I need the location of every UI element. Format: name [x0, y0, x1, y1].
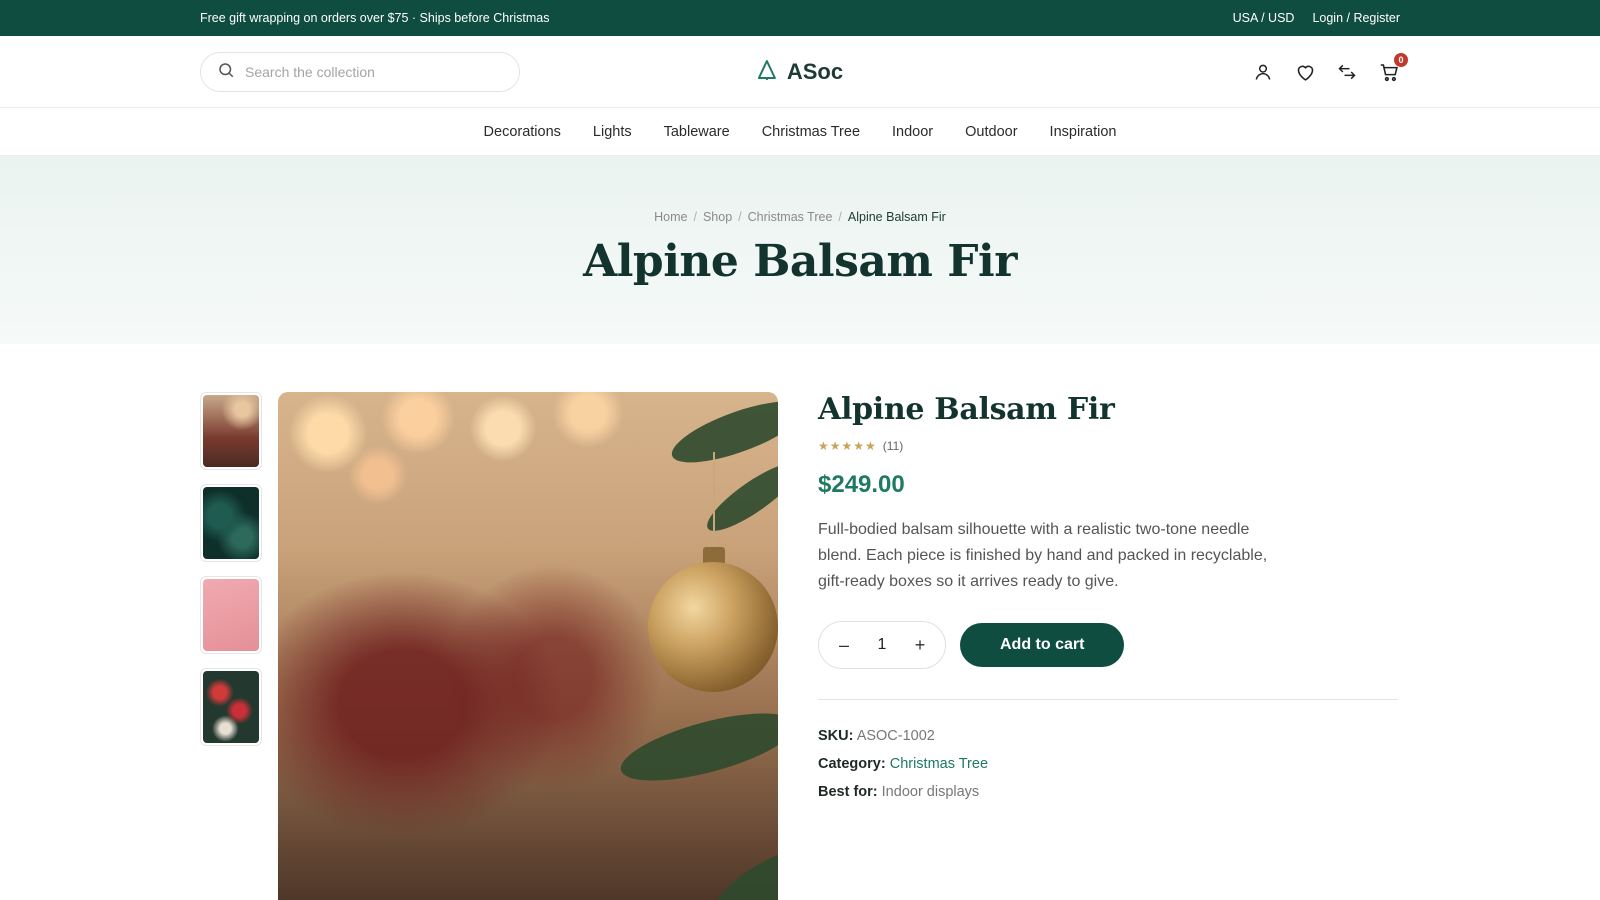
page-hero: Home / Shop / Christmas Tree / Alpine Ba…	[0, 156, 1600, 344]
nav-item-indoor[interactable]: Indoor	[892, 124, 933, 140]
logo-text: ASoc	[786, 59, 844, 84]
main-nav: Decorations Lights Tableware Christmas T…	[0, 108, 1600, 156]
nav-item-tableware[interactable]: Tableware	[664, 124, 730, 140]
account-icon[interactable]	[1252, 61, 1274, 83]
nav-item-decorations[interactable]: Decorations	[484, 124, 561, 140]
breadcrumb-home[interactable]: Home	[654, 210, 687, 224]
product-thumbnail[interactable]	[200, 668, 262, 746]
product-price: $249.00	[818, 471, 905, 498]
thumbnail-image	[203, 579, 259, 651]
cart-count-badge: 0	[1394, 53, 1408, 67]
rating-stars: ★★★★★	[818, 439, 877, 453]
thumbnail-image	[203, 395, 259, 467]
breadcrumb-separator: /	[693, 210, 697, 224]
product-info: Alpine Balsam Fir ★★★★★ (11) $249.00 Ful…	[818, 392, 1398, 900]
gold-ornament	[648, 562, 778, 692]
divider	[818, 699, 1398, 700]
quantity-increase-button[interactable]: +	[909, 635, 931, 656]
product-thumbnail[interactable]	[200, 392, 262, 470]
sku-label: SKU:	[818, 728, 854, 744]
cart-icon[interactable]: 0	[1378, 53, 1408, 83]
breadcrumb-separator: /	[838, 210, 842, 224]
thumbnail-image	[203, 671, 259, 743]
product-name: Alpine Balsam Fir	[818, 392, 1115, 427]
ornament-string	[713, 452, 715, 550]
quantity-stepper: – 1 +	[818, 621, 946, 669]
locale-selector[interactable]: USA / USD	[1233, 11, 1295, 25]
product-description: Full-bodied balsam silhouette with a rea…	[818, 521, 1268, 590]
product-thumbnail[interactable]	[200, 576, 262, 654]
search-input[interactable]	[245, 64, 495, 80]
breadcrumb-shop[interactable]: Shop	[703, 210, 732, 224]
promo-text: Free gift wrapping on orders over $75 · …	[200, 11, 550, 25]
product-meta: SKU: ASOC-1002 Category: Christmas Tree …	[818, 722, 1398, 806]
breadcrumb-current: Alpine Balsam Fir	[847, 210, 946, 224]
fir-branch	[706, 834, 778, 900]
site-header: ASoc 0	[0, 36, 1600, 108]
breadcrumb-category[interactable]: Christmas Tree	[748, 210, 833, 224]
compare-icon[interactable]	[1336, 61, 1358, 83]
fir-branch	[614, 699, 778, 795]
product-section: Alpine Balsam Fir ★★★★★ (11) $249.00 Ful…	[200, 344, 1400, 900]
product-main-image[interactable]	[278, 392, 778, 900]
quantity-value[interactable]: 1	[878, 636, 887, 654]
search-icon	[217, 61, 235, 84]
category-label: Category:	[818, 756, 886, 772]
bestfor-label: Best for:	[818, 784, 878, 800]
sku-row: SKU: ASOC-1002	[818, 722, 1398, 750]
thumbnail-image	[203, 487, 259, 559]
sku-value: ASOC-1002	[856, 728, 935, 744]
rating-count: (11)	[882, 439, 904, 453]
add-to-cart-button[interactable]: Add to cart	[960, 623, 1125, 667]
login-register-link[interactable]: Login / Register	[1312, 11, 1400, 25]
breadcrumb-separator: /	[738, 210, 742, 224]
product-thumbnail[interactable]	[200, 484, 262, 562]
quantity-decrease-button[interactable]: –	[833, 635, 855, 656]
nav-item-inspiration[interactable]: Inspiration	[1050, 124, 1117, 140]
nav-item-outdoor[interactable]: Outdoor	[965, 124, 1017, 140]
nav-item-lights[interactable]: Lights	[593, 124, 632, 140]
category-row: Category: Christmas Tree	[818, 750, 1398, 778]
bestfor-row: Best for: Indoor displays	[818, 778, 1398, 806]
fir-branch	[699, 453, 778, 541]
category-link[interactable]: Christmas Tree	[890, 756, 988, 772]
tree-logo-icon	[757, 59, 777, 86]
bestfor-value: Indoor displays	[881, 784, 980, 800]
product-rating[interactable]: ★★★★★ (11)	[818, 439, 1398, 453]
page-title: Alpine Balsam Fir	[583, 236, 1017, 287]
nav-item-christmas-tree[interactable]: Christmas Tree	[762, 124, 860, 140]
thumbnail-list	[200, 392, 262, 900]
site-logo[interactable]: ASoc	[757, 59, 843, 86]
breadcrumb: Home / Shop / Christmas Tree / Alpine Ba…	[654, 210, 946, 224]
promo-bar: Free gift wrapping on orders over $75 · …	[0, 0, 1600, 36]
search-box[interactable]	[200, 52, 520, 92]
heart-icon[interactable]	[1294, 61, 1316, 83]
fir-branch	[665, 392, 778, 475]
